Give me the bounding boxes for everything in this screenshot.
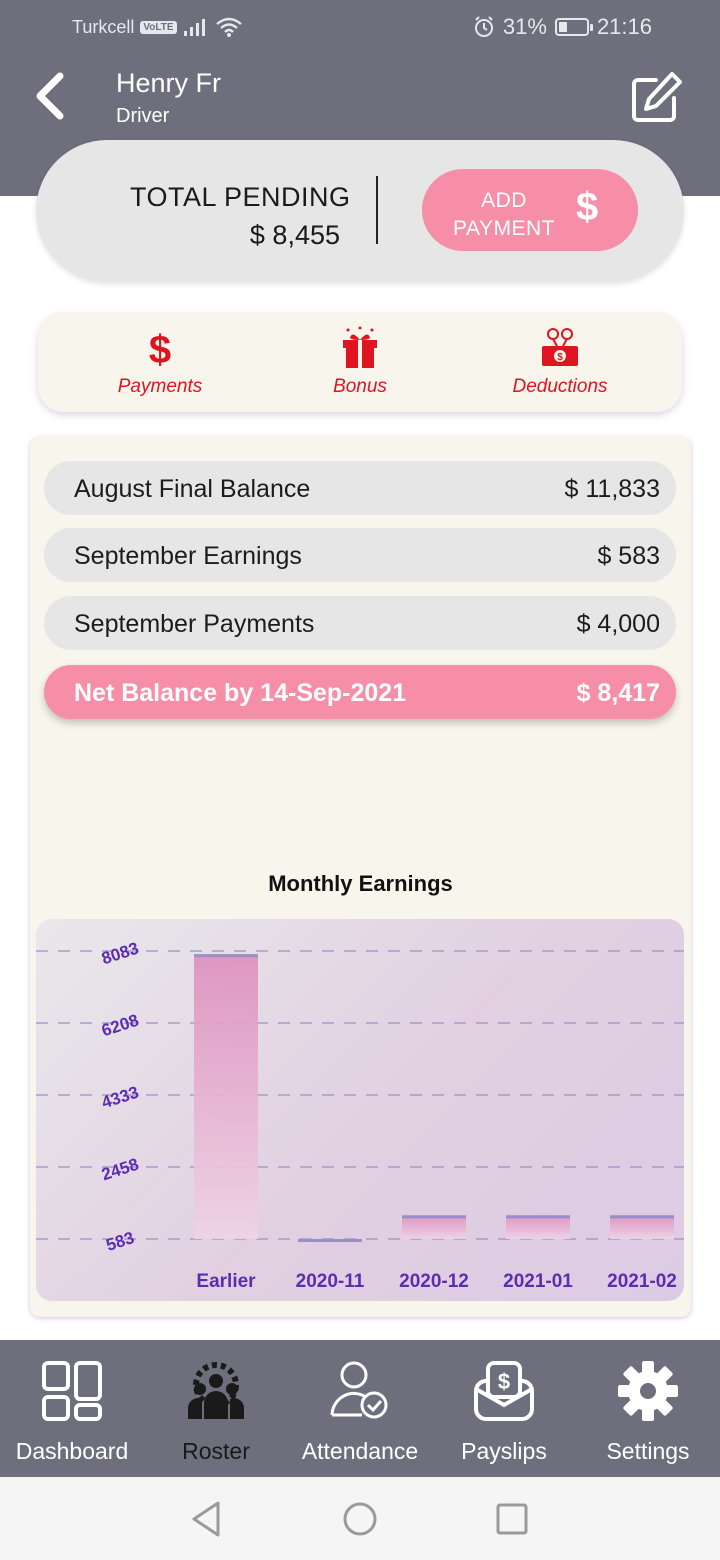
tab-payments[interactable]: $ Payments xyxy=(70,326,250,398)
svg-text:$: $ xyxy=(557,352,563,363)
roster-icon xyxy=(188,1362,244,1419)
bar xyxy=(506,1215,570,1239)
payslip-icon: $ xyxy=(474,1361,534,1421)
september-earnings-row: September Earnings $ 583 xyxy=(44,528,676,582)
volte-badge: VoLTE xyxy=(140,20,177,34)
chart-title: Monthly Earnings xyxy=(268,871,453,896)
nav-attendance-label: Attendance xyxy=(301,1438,419,1464)
battery-icon xyxy=(554,18,593,36)
triangle-back-icon xyxy=(192,1501,220,1537)
circle-home-icon xyxy=(343,1502,377,1536)
y-tick-label: 4333 xyxy=(99,1083,141,1113)
nav-payslips[interactable]: $ Payslips xyxy=(432,1358,576,1465)
bar xyxy=(402,1215,466,1239)
dashboard-icon xyxy=(42,1361,102,1421)
august-balance-value: $ 11,833 xyxy=(564,475,660,503)
bar xyxy=(610,1215,674,1239)
edit-icon xyxy=(632,72,682,122)
total-pending-label: TOTAL PENDING xyxy=(130,182,351,212)
attendance-icon xyxy=(330,1361,388,1419)
system-recents-button[interactable] xyxy=(492,1499,532,1539)
user-role: Driver xyxy=(116,105,170,127)
system-nav-bar xyxy=(0,1477,720,1560)
square-recents-icon xyxy=(496,1503,528,1535)
nav-dashboard[interactable]: Dashboard xyxy=(0,1358,144,1465)
svg-text:$: $ xyxy=(149,328,171,369)
bar-top-line xyxy=(298,1239,362,1242)
gear-icon xyxy=(618,1361,678,1421)
tab-bonus[interactable]: Bonus xyxy=(270,326,450,398)
carrier-label: Turkcell xyxy=(72,16,135,37)
system-home-button[interactable] xyxy=(340,1499,380,1539)
system-back-button[interactable] xyxy=(186,1499,226,1539)
clock: 21:16 xyxy=(596,14,652,39)
net-balance-value: $ 8,417 xyxy=(576,679,660,707)
wifi-icon xyxy=(215,17,242,37)
user-name: Henry Fr xyxy=(116,68,222,98)
tab-payments-label: Payments xyxy=(117,376,203,397)
y-tick-label: 8083 xyxy=(99,939,141,969)
bar-top-line xyxy=(506,1215,570,1219)
alarm-icon xyxy=(474,16,493,37)
dollar-icon: $ xyxy=(576,185,599,229)
bar-top-line xyxy=(610,1215,674,1219)
september-earnings-label: September Earnings xyxy=(74,542,302,570)
tab-bonus-label: Bonus xyxy=(333,376,387,397)
net-balance-label: Net Balance by 14-Sep-2021 xyxy=(74,679,407,707)
add-payment-label: ADD PAYMENT xyxy=(453,189,555,240)
september-earnings-value: $ 583 xyxy=(597,542,660,570)
total-pending-value: $ 8,455 xyxy=(249,220,340,250)
x-tick-label: 2020-11 xyxy=(296,1271,365,1292)
bar xyxy=(194,954,258,1239)
nav-roster-label: Roster xyxy=(182,1438,250,1464)
chevron-left-icon xyxy=(36,72,64,120)
x-tick-label: 2020-12 xyxy=(399,1271,469,1292)
dollar-icon: $ xyxy=(149,328,171,369)
edit-button[interactable] xyxy=(626,68,686,128)
net-balance-row: Net Balance by 14-Sep-2021 $ 8,417 xyxy=(44,665,676,719)
nav-settings-label: Settings xyxy=(606,1438,690,1464)
bar-top-line xyxy=(194,954,258,958)
august-balance-label: August Final Balance xyxy=(74,475,311,503)
gift-icon xyxy=(343,326,377,368)
nav-payslips-label: Payslips xyxy=(461,1438,547,1464)
september-payments-row: September Payments $ 4,000 xyxy=(44,596,676,650)
tab-deductions[interactable]: $ Deductions xyxy=(470,326,650,398)
y-tick-label: 2458 xyxy=(99,1155,141,1185)
monthly-earnings-chart: 8083 6208 4333 2458 583 Earlier 2020-11 2020-12… xyxy=(36,919,684,1301)
nav-dashboard-label: Dashboard xyxy=(15,1438,129,1464)
divider xyxy=(376,176,378,244)
total-pending-card: TOTAL PENDING $ 8,455 ADD PAYMENT $ xyxy=(36,140,684,282)
september-payments-value: $ 4,000 xyxy=(576,610,660,638)
category-tabs: $ Payments Bonus $ Deductions xyxy=(38,312,682,412)
y-tick-label: 583 xyxy=(104,1228,137,1255)
add-payment-button[interactable]: ADD PAYMENT $ xyxy=(422,169,638,251)
y-tick-label: 6208 xyxy=(99,1011,141,1041)
battery-percent: 31% xyxy=(502,14,547,39)
x-tick-label: 2021-02 xyxy=(607,1271,677,1292)
bar-top-line xyxy=(402,1215,466,1219)
september-payments-label: September Payments xyxy=(74,610,315,638)
status-bar-right: 31% 21:16 xyxy=(473,14,652,40)
x-tick-label: Earlier xyxy=(196,1271,256,1292)
nav-settings[interactable]: Settings xyxy=(576,1358,720,1465)
august-balance-row: August Final Balance $ 11,833 xyxy=(44,461,676,515)
chart-svg: 8083 6208 4333 2458 583 Earlier 2020-11 2020-12… xyxy=(36,939,684,1292)
signal-icon xyxy=(183,19,205,36)
money-out-icon: $ xyxy=(542,328,578,366)
svg-text:$: $ xyxy=(498,1369,510,1394)
back-button[interactable] xyxy=(24,68,80,124)
bottom-nav: Dashboard Roster Attendance $ Payslips S… xyxy=(0,1340,720,1477)
x-tick-label: 2021-01 xyxy=(503,1271,573,1292)
balance-panel: August Final Balance $ 11,833 September … xyxy=(30,437,691,1317)
status-bar-left: Turkcell VoLTE xyxy=(72,16,243,38)
tab-deductions-label: Deductions xyxy=(512,376,608,397)
nav-attendance[interactable]: Attendance xyxy=(288,1358,432,1465)
nav-roster[interactable]: Roster xyxy=(144,1358,288,1465)
